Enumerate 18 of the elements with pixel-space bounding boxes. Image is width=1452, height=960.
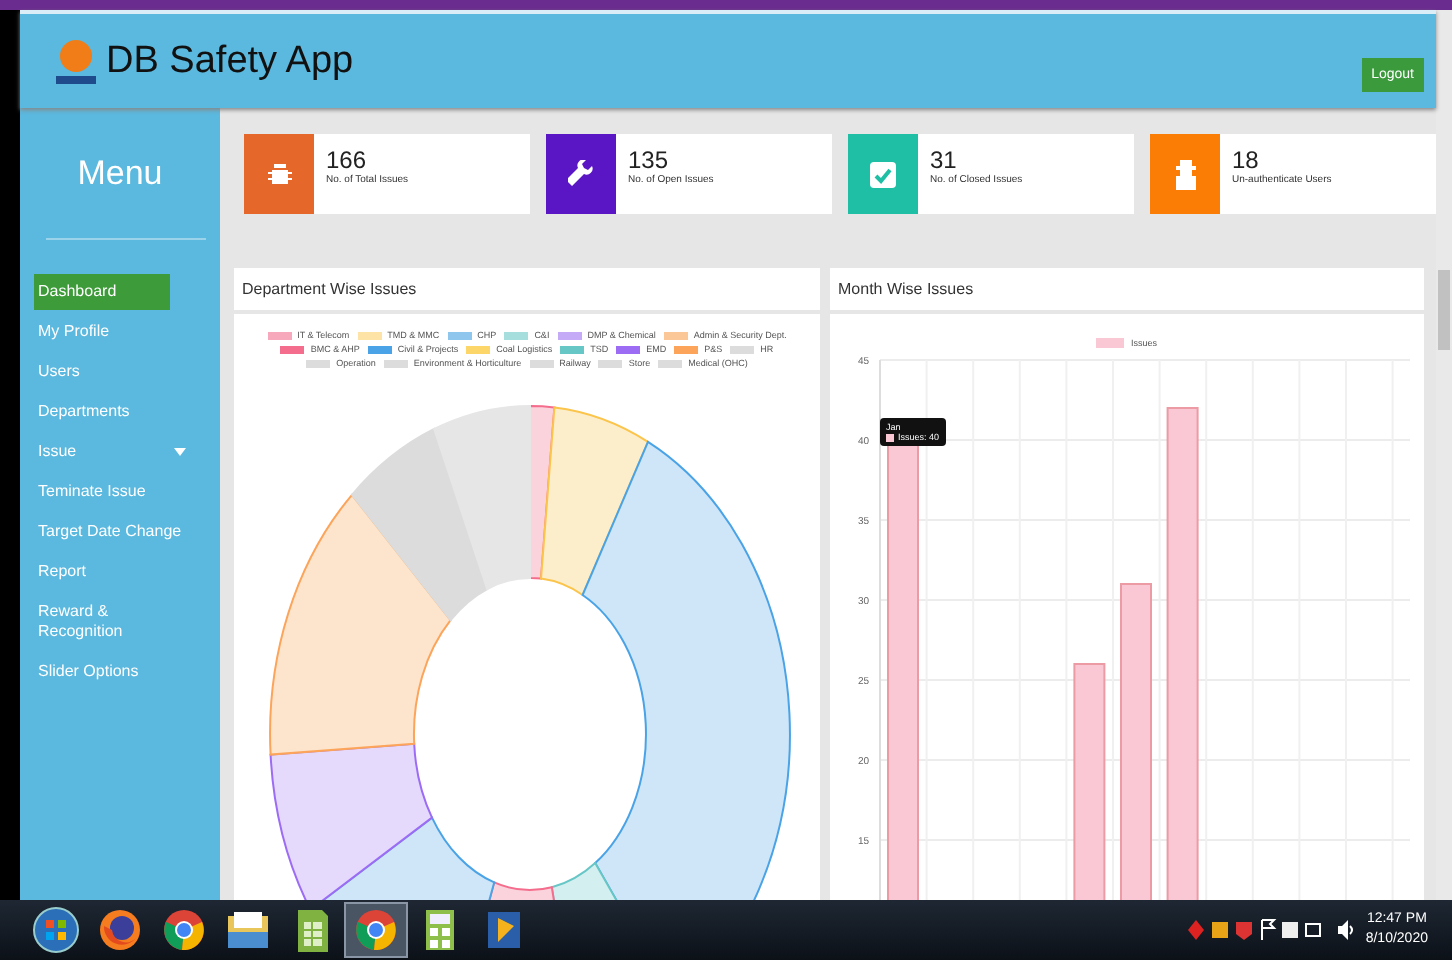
sidebar-item[interactable]: Reward & Recognition — [34, 594, 190, 650]
stat-value: 135 — [628, 146, 671, 174]
app-title: DB Safety App — [106, 39, 354, 83]
sidebar-item[interactable]: Dashboard — [34, 274, 170, 310]
menu-title: Menu — [75, 154, 165, 194]
sidebar-item[interactable]: Users — [34, 354, 190, 390]
sidebar-item[interactable]: Target Date Change — [34, 514, 190, 550]
stat-value: 166 — [326, 146, 369, 174]
sidebar-item[interactable]: Teminate Issue — [34, 474, 190, 510]
panel-title: Department Wise Issues — [234, 268, 820, 310]
stat-value: 18 — [1232, 146, 1261, 174]
sidebar-item[interactable]: Departments — [34, 394, 190, 430]
panel-title: Month Wise Issues — [830, 268, 1424, 310]
sidebar-item[interactable]: Slider Options — [34, 654, 190, 690]
sidebar-item[interactable]: Report — [34, 554, 190, 590]
sidebar-item[interactable]: My Profile — [34, 314, 190, 350]
sidebar-item[interactable]: Issue — [34, 434, 190, 470]
stat-value: 31 — [930, 146, 959, 174]
